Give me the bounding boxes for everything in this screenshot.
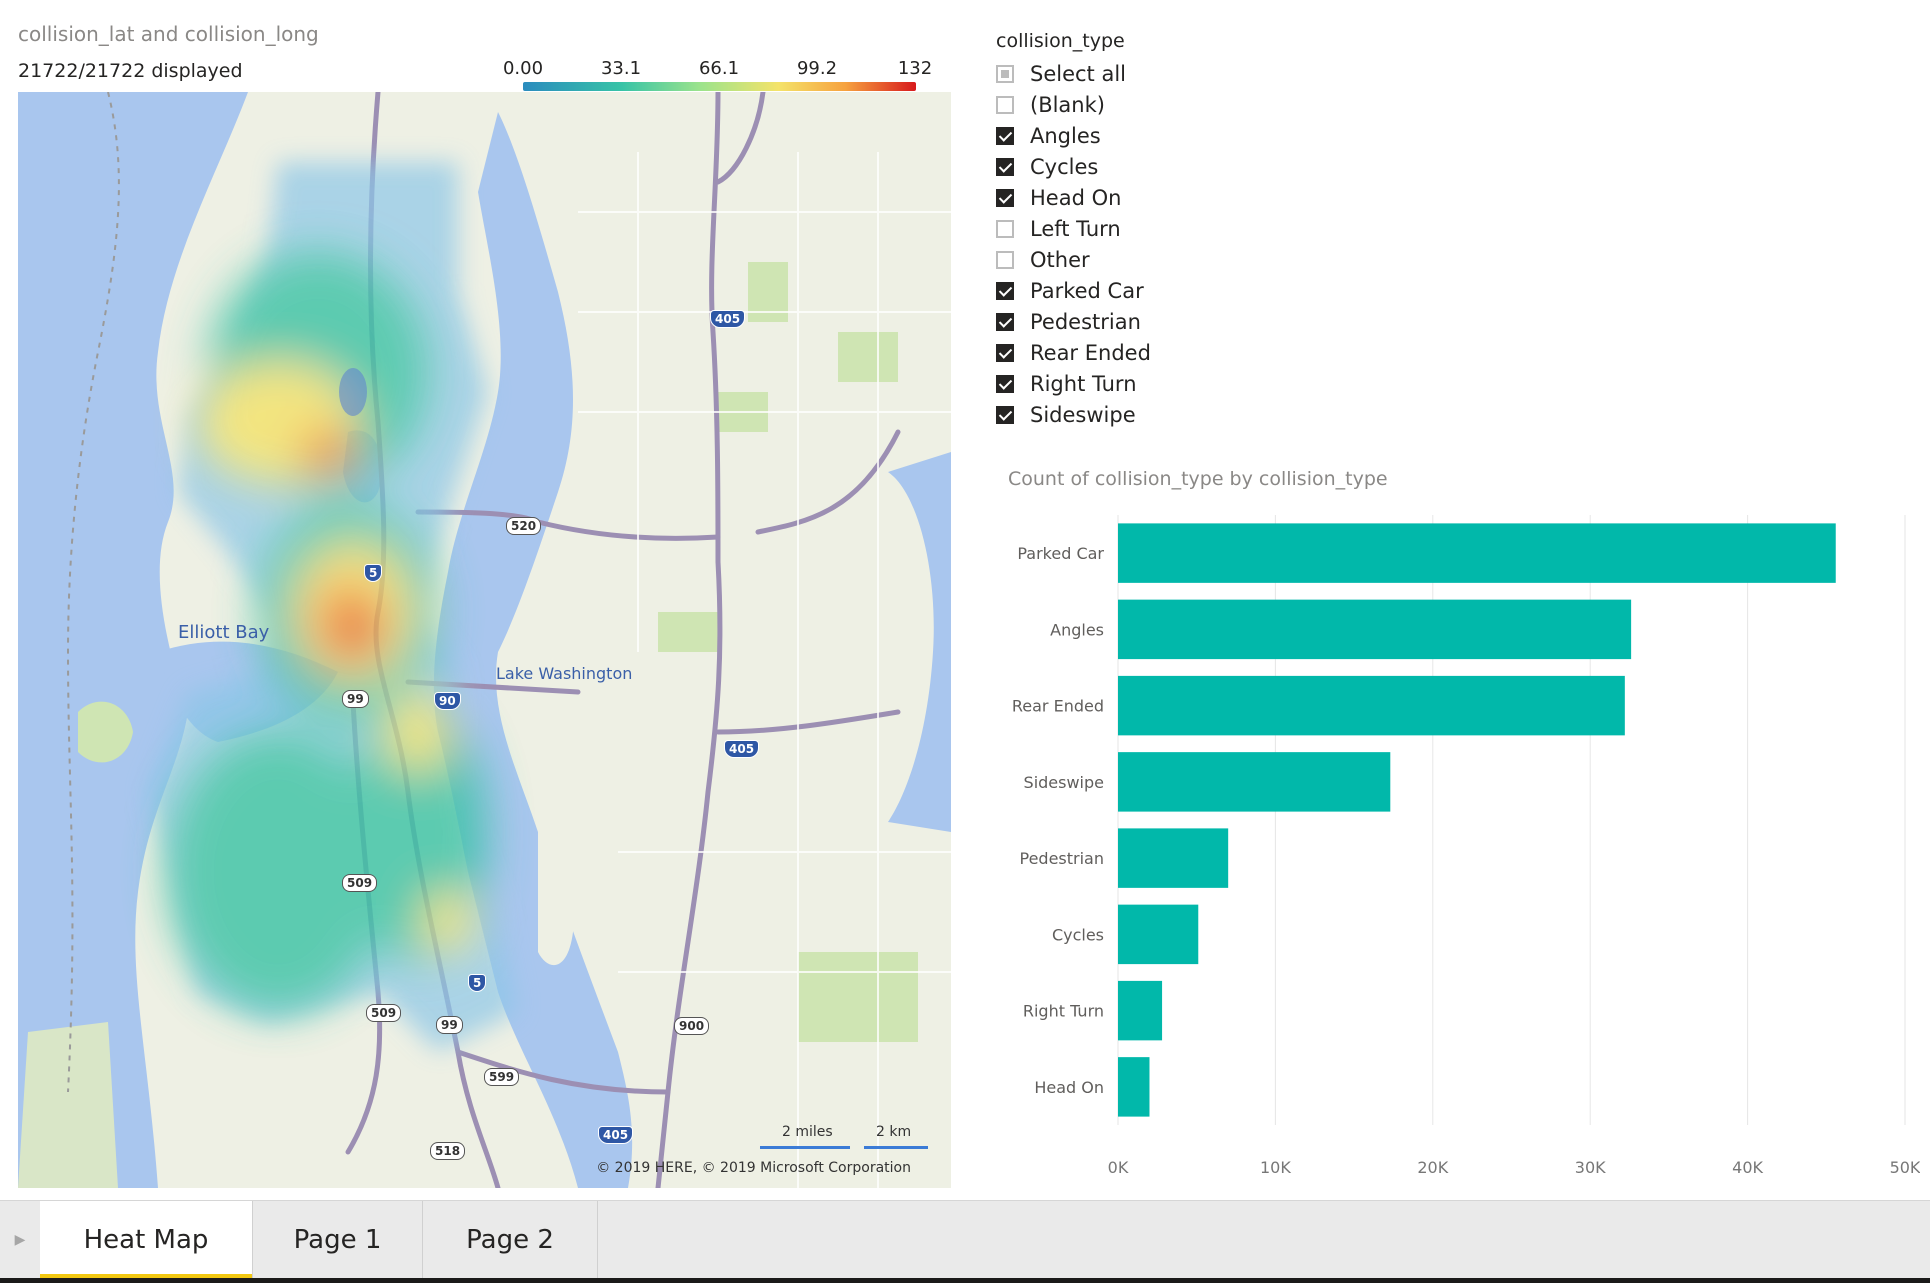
route-99-shield: 99 (342, 690, 369, 708)
interstate-405-shield: 405 (710, 310, 746, 328)
map-base-svg (18, 92, 951, 1188)
slicer-title: collision_type (996, 30, 1125, 52)
y-category-label: Sideswipe (1024, 773, 1104, 792)
page-tab-bar: ▶ Heat Map Page 1 Page 2 (0, 1200, 1930, 1283)
slicer-item[interactable]: Angles (996, 122, 1101, 150)
interstate-90-shield: 90 (434, 692, 461, 710)
x-tick-label: 40K (1732, 1158, 1763, 1177)
lake-washington-label: Lake Washington (496, 664, 633, 683)
x-tick-label: 50K (1890, 1158, 1920, 1177)
x-tick-label: 30K (1575, 1158, 1606, 1177)
checkbox[interactable] (996, 406, 1014, 424)
bar[interactable] (1118, 523, 1836, 583)
checkbox[interactable] (996, 282, 1014, 300)
tab-page-2[interactable]: Page 2 (423, 1201, 598, 1278)
checkbox[interactable] (996, 313, 1014, 331)
slicer-item-label: Pedestrian (1030, 310, 1141, 334)
checkbox[interactable] (996, 344, 1014, 362)
y-category-label: Angles (1050, 620, 1104, 639)
slicer-item-label: Other (1030, 248, 1090, 272)
slicer-item[interactable]: Sideswipe (996, 401, 1136, 429)
map-status-text: 21722/21722 displayed (18, 60, 243, 82)
checkbox[interactable] (996, 158, 1014, 176)
status-strip (0, 1278, 1930, 1283)
checkbox[interactable] (996, 127, 1014, 145)
x-tick-label: 10K (1260, 1158, 1291, 1177)
interstate-405-shield: 405 (598, 1126, 634, 1144)
y-category-label: Head On (1034, 1078, 1104, 1097)
bar-chart[interactable]: 0K 10K 20K 30K 40K 50K Parked Car Angles Rear En… (1000, 505, 1920, 1195)
heat-legend: 0.00 33.1 66.1 99.2 132 (502, 58, 932, 92)
slicer-item-label: Cycles (1030, 155, 1099, 179)
slicer-item[interactable]: Left Turn (996, 215, 1121, 243)
route-599-shield: 599 (484, 1068, 520, 1086)
tab-heat-map[interactable]: Heat Map (40, 1201, 253, 1278)
checkbox[interactable] (996, 375, 1014, 393)
elliott-bay-label: Elliott Bay (178, 622, 270, 643)
y-category-label: Right Turn (1023, 1002, 1104, 1021)
checkbox[interactable] (996, 189, 1014, 207)
slicer-item[interactable]: Other (996, 246, 1090, 274)
tab-page-1[interactable]: Page 1 (253, 1201, 423, 1278)
bar[interactable] (1118, 599, 1632, 660)
checkbox[interactable] (996, 96, 1014, 114)
route-520-shield: 520 (506, 517, 542, 535)
slicer-item-label: Right Turn (1030, 372, 1137, 396)
route-518-shield: 518 (430, 1142, 466, 1160)
y-category-label: Pedestrian (1020, 849, 1105, 868)
legend-tick: 66.1 (698, 58, 740, 79)
chart-title: Count of collision_type by collision_typ… (1008, 468, 1388, 490)
bar[interactable] (1118, 904, 1199, 965)
slicer-item[interactable]: Select all (996, 60, 1126, 88)
slicer-item[interactable]: Rear Ended (996, 339, 1151, 367)
legend-tick: 33.1 (600, 58, 642, 79)
legend-tick: 132 (897, 58, 933, 79)
tab-scroll-left-icon[interactable]: ▶ (0, 1201, 40, 1278)
slicer-item[interactable]: (Blank) (996, 91, 1105, 119)
slicer-item-label: (Blank) (1030, 93, 1105, 117)
slicer-item-label: Select all (1030, 62, 1126, 86)
bar[interactable] (1118, 980, 1163, 1041)
map-canvas[interactable]: Elliott Bay Lake Washington 405 405 405 … (18, 92, 951, 1188)
y-category-label: Cycles (1052, 925, 1104, 944)
bar-chart-svg: 0K 10K 20K 30K 40K 50K Parked Car Angles Rear En… (1012, 515, 1920, 1177)
slicer-item-label: Sideswipe (1030, 403, 1136, 427)
bar[interactable] (1118, 1057, 1150, 1117)
checkbox[interactable] (996, 251, 1014, 269)
slicer-item[interactable]: Cycles (996, 153, 1098, 181)
legend-tick: 0.00 (502, 58, 544, 79)
slicer-item-label: Left Turn (1030, 217, 1121, 241)
route-509-shield: 509 (342, 874, 378, 892)
legend-gradient-bar (523, 82, 916, 91)
checkbox[interactable] (996, 220, 1014, 238)
scale-km-bar (864, 1146, 928, 1149)
legend-tick: 99.2 (796, 58, 838, 79)
map-title: collision_lat and collision_long (18, 22, 319, 46)
scale-miles-bar (760, 1146, 850, 1149)
slicer-item-label: Parked Car (1030, 279, 1144, 303)
slicer-item-label: Rear Ended (1030, 341, 1151, 365)
checkbox[interactable] (996, 65, 1014, 83)
route-99-shield: 99 (436, 1016, 463, 1034)
route-509-shield: 509 (366, 1004, 402, 1022)
x-tick-label: 0K (1108, 1158, 1129, 1177)
slicer-item[interactable]: Right Turn (996, 370, 1137, 398)
slicer-item[interactable]: Parked Car (996, 277, 1144, 305)
y-category-label: Rear Ended (1012, 697, 1104, 716)
interstate-405-shield: 405 (724, 740, 760, 758)
y-category-label: Parked Car (1017, 544, 1104, 563)
slicer-item[interactable]: Pedestrian (996, 308, 1141, 336)
map-copyright: © 2019 HERE, © 2019 Microsoft Corporatio… (596, 1160, 911, 1176)
x-tick-label: 20K (1417, 1158, 1448, 1177)
scale-km-label: 2 km (876, 1124, 912, 1140)
slicer-item-label: Head On (1030, 186, 1122, 210)
bar[interactable] (1118, 828, 1229, 888)
bar[interactable] (1118, 752, 1391, 812)
bar[interactable] (1118, 675, 1625, 736)
slicer-item[interactable]: Head On (996, 184, 1121, 212)
scale-miles-label: 2 miles (782, 1124, 833, 1140)
route-900-shield: 900 (674, 1017, 710, 1035)
slicer-item-label: Angles (1030, 124, 1101, 148)
